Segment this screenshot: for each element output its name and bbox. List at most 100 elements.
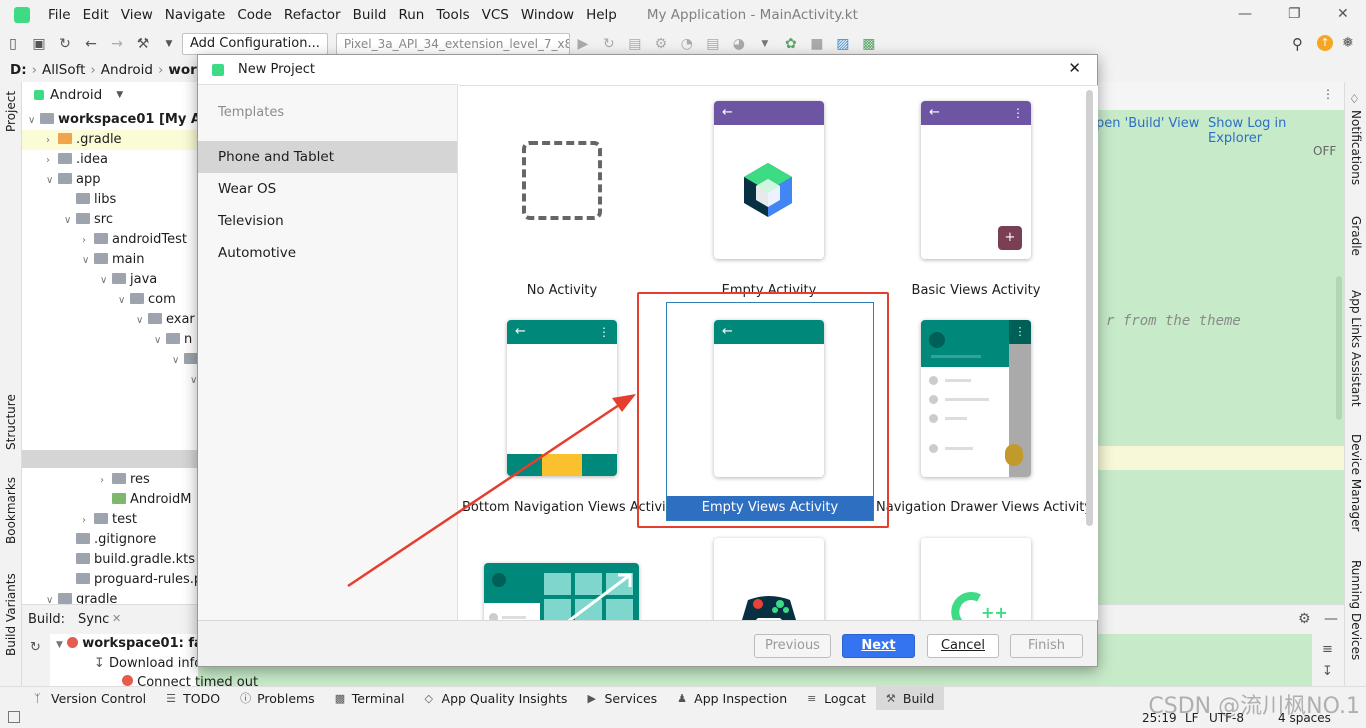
- gradle-tool-tab[interactable]: Gradle: [1349, 216, 1363, 256]
- native-cpp-preview[interactable]: ++: [921, 538, 1031, 620]
- category-automotive[interactable]: Automotive: [198, 237, 457, 269]
- open-build-view-link[interactable]: pen 'Build' View: [1096, 116, 1199, 131]
- empty-activity-preview[interactable]: ←: [714, 101, 824, 259]
- chevron-right-icon[interactable]: ›: [82, 511, 94, 531]
- soft-wrap-icon[interactable]: ≡: [1322, 642, 1333, 657]
- breadcrumb-android[interactable]: Android: [101, 62, 153, 78]
- tree-node[interactable]: ∨ src: [22, 210, 200, 230]
- gallery-scrollbar[interactable]: [1086, 90, 1093, 526]
- menu-vcs[interactable]: VCS: [476, 7, 515, 23]
- open-folder-icon[interactable]: ▯: [5, 36, 21, 52]
- run-icon[interactable]: ▶: [575, 36, 591, 52]
- device-manager-icon[interactable]: ▨: [835, 36, 851, 52]
- menu-help[interactable]: Help: [580, 7, 623, 23]
- previous-button[interactable]: Previous: [754, 634, 831, 658]
- finish-button[interactable]: Finish: [1010, 634, 1083, 658]
- tree-node[interactable]: ∨: [22, 350, 200, 370]
- tree-node[interactable]: build.gradle.kts: [22, 550, 200, 570]
- build-row-failed[interactable]: ▼ workspace01: fail: [56, 636, 212, 651]
- sync-tab[interactable]: Sync: [78, 612, 109, 627]
- layout-toggle-icon[interactable]: [8, 711, 20, 723]
- tree-node[interactable]: ∨ app: [22, 170, 200, 190]
- chevron-down-icon[interactable]: ∨: [172, 351, 184, 371]
- notifications-bell-icon[interactable]: ♢: [1349, 92, 1360, 106]
- project-view-selector[interactable]: Android ▼: [22, 82, 200, 108]
- tree-node[interactable]: ∨ com: [22, 290, 200, 310]
- menu-navigate[interactable]: Navigate: [159, 7, 232, 23]
- category-wear-os[interactable]: Wear OS: [198, 173, 457, 205]
- menu-file[interactable]: File: [42, 7, 77, 23]
- problems-tab[interactable]: ⓘ Problems: [230, 687, 325, 711]
- tree-node[interactable]: proguard-rules.p: [22, 570, 202, 590]
- bookmarks-tool-tab[interactable]: Bookmarks: [4, 477, 18, 544]
- menu-tools[interactable]: Tools: [430, 7, 475, 23]
- tree-node[interactable]: › test: [22, 510, 200, 530]
- build-hammer-icon[interactable]: ⚒: [135, 36, 151, 52]
- apply-changes-icon[interactable]: ↻: [601, 36, 617, 52]
- device-selector[interactable]: Pixel_3a_API_34_extension_level_7_x8: [335, 33, 570, 55]
- tree-node[interactable]: libs: [22, 190, 200, 210]
- hide-panel-icon[interactable]: —: [1324, 611, 1338, 627]
- responsive-views-activity-preview[interactable]: [484, 563, 639, 620]
- tree-node[interactable]: ∨ workspace01 [My App: [22, 110, 220, 131]
- chevron-right-icon[interactable]: ›: [82, 231, 94, 251]
- coverage-icon[interactable]: ◕: [731, 36, 747, 52]
- show-log-link[interactable]: Show Log in Explorer: [1208, 116, 1344, 146]
- build-row-timeout[interactable]: Connect timed out: [122, 675, 258, 686]
- debug-icon[interactable]: ⚙: [653, 36, 669, 52]
- app-inspection-tab[interactable]: ♟ App Inspection: [667, 687, 797, 711]
- menu-build[interactable]: Build: [347, 7, 393, 23]
- tree-node[interactable]: AndroidM: [22, 490, 200, 510]
- forward-arrow-icon[interactable]: →: [109, 36, 125, 52]
- update-icon[interactable]: ↑: [1317, 35, 1333, 51]
- category-television[interactable]: Television: [198, 205, 457, 237]
- settings-icon[interactable]: ⚙: [1298, 611, 1311, 627]
- logcat-tab[interactable]: ≡ Logcat: [797, 687, 876, 711]
- settings-icon[interactable]: ❅: [1342, 35, 1354, 51]
- chevron-down-icon[interactable]: ∨: [28, 111, 40, 131]
- more-options-icon[interactable]: ⋮: [1322, 87, 1334, 101]
- back-arrow-icon[interactable]: ←: [83, 36, 99, 52]
- attach-debugger-icon[interactable]: ▤: [705, 36, 721, 52]
- tree-node[interactable]: ∨ java: [22, 270, 200, 290]
- game-activity-preview[interactable]: [714, 538, 824, 620]
- maximize-icon[interactable]: ❐: [1288, 6, 1301, 22]
- chevron-right-icon[interactable]: ›: [100, 471, 112, 491]
- search-icon[interactable]: ⚲: [1292, 35, 1303, 53]
- sdk-manager-icon[interactable]: ▩: [861, 36, 877, 52]
- profile-icon[interactable]: ◔: [679, 36, 695, 52]
- menu-refactor[interactable]: Refactor: [278, 7, 347, 23]
- version-control-tab[interactable]: ᛉ Version Control: [24, 687, 156, 711]
- editor-scrollbar[interactable]: [1336, 276, 1342, 420]
- close-window-icon[interactable]: ✕: [1337, 6, 1349, 22]
- tree-node[interactable]: › .idea: [22, 150, 200, 170]
- basic-views-activity-preview[interactable]: ← ⋮ +: [921, 101, 1031, 259]
- bug-icon[interactable]: ✿: [783, 36, 799, 52]
- no-activity-preview[interactable]: [522, 141, 602, 220]
- tree-node[interactable]: ∨ n: [22, 330, 200, 350]
- tree-node[interactable]: ∨ main: [22, 250, 200, 270]
- tree-node[interactable]: ∨: [22, 370, 200, 390]
- close-dialog-icon[interactable]: ✕: [1068, 59, 1081, 77]
- services-tab[interactable]: ▶ Services: [577, 687, 667, 711]
- chevron-down-icon[interactable]: ∨: [136, 311, 148, 331]
- menu-edit[interactable]: Edit: [77, 7, 115, 23]
- navigation-drawer-views-activity-preview[interactable]: ⋮: [921, 320, 1031, 477]
- stop-icon[interactable]: ■: [809, 36, 825, 52]
- chevron-down-icon[interactable]: ▼: [161, 36, 177, 52]
- project-tool-tab[interactable]: Project: [4, 91, 18, 132]
- build-row-download[interactable]: ↧ Download info: [94, 656, 202, 671]
- add-configuration-button[interactable]: Add Configuration...: [182, 33, 328, 55]
- build-variants-tool-tab[interactable]: Build Variants: [4, 573, 18, 656]
- chevron-down-icon[interactable]: ▼: [757, 36, 773, 52]
- app-quality-insights-tab[interactable]: ◇ App Quality Insights: [415, 687, 578, 711]
- notifications-tool-tab[interactable]: Notifications: [1349, 110, 1363, 185]
- tree-node[interactable]: › androidTest: [22, 230, 200, 250]
- save-icon[interactable]: ▣: [31, 36, 47, 52]
- terminal-tab[interactable]: ▩ Terminal: [325, 687, 415, 711]
- tree-node[interactable]: › res: [22, 470, 200, 490]
- rerun-icon[interactable]: ↻: [30, 640, 41, 655]
- app-links-assistant-tool-tab[interactable]: App Links Assistant: [1349, 290, 1363, 407]
- apply-code-icon[interactable]: ▤: [627, 36, 643, 52]
- next-button[interactable]: Next: [842, 634, 915, 658]
